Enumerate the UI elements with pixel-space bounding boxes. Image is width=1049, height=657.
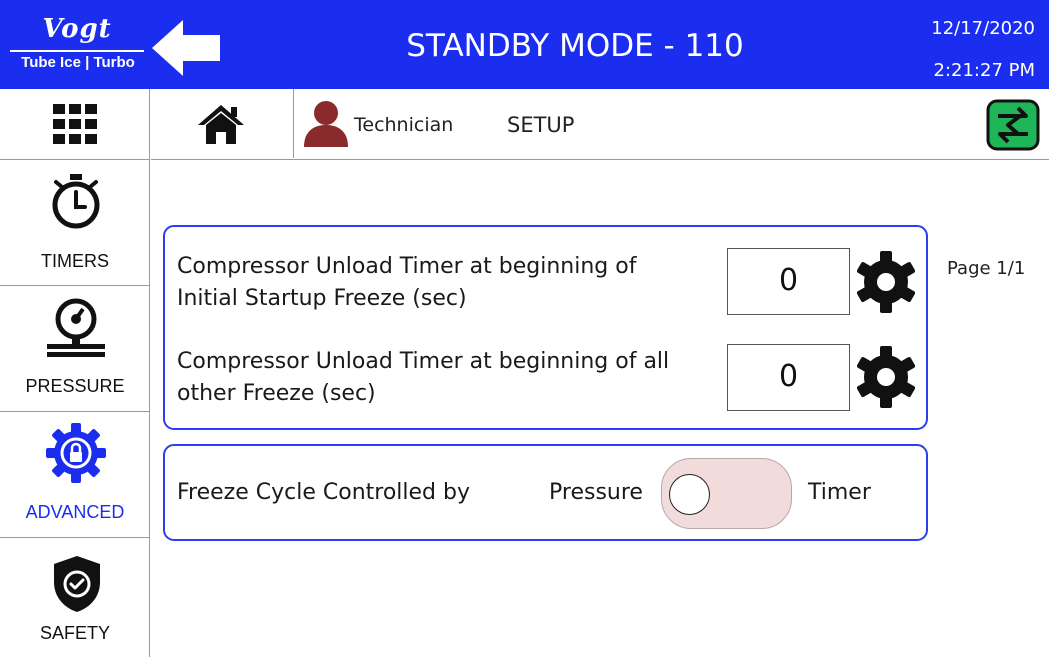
initial-startup-unload-timer-field[interactable]: 0 [727, 248, 850, 315]
logo-subtitle: Tube Ice | Turbo [21, 54, 135, 71]
sidebar-item-label: SAFETY [39, 623, 110, 643]
shield-check-icon [54, 556, 100, 612]
stopwatch-icon [52, 174, 100, 229]
home-button[interactable] [151, 89, 294, 158]
sidebar-item-label: TIMERS [40, 251, 109, 271]
sidebar-menu-button[interactable] [0, 89, 150, 160]
sidebar-item-label: ADVANCED [25, 502, 125, 522]
freeze-control-toggle[interactable] [661, 458, 792, 529]
section-label: SETUP [507, 113, 575, 137]
pressure-option-label: Pressure [549, 480, 643, 505]
sidebar: TIMERS PRESSURE ADVANCED SAFETY [0, 89, 150, 657]
setting-label: Compressor Unload Timer at beginning of … [177, 346, 669, 410]
time-display: 2:21:27 PM [933, 60, 1036, 81]
user-icon [304, 101, 348, 147]
timer-option-label: Timer [808, 480, 871, 505]
freeze-cycle-label: Freeze Cycle Controlled by [177, 480, 470, 505]
gear-icon[interactable] [857, 344, 915, 410]
timer-settings-panel: Compressor Unload Timer at beginning of … [163, 225, 928, 430]
setting-label-line: Compressor Unload Timer at beginning of … [177, 349, 670, 374]
sidebar-item-safety[interactable]: SAFETY [0, 538, 150, 657]
nav-bar: Technician SETUP [151, 89, 1049, 160]
back-arrow-icon[interactable] [150, 18, 222, 78]
vogt-logo: Vogt Tube Ice | Turbo [8, 10, 146, 76]
page-indicator: Page 1/1 [947, 258, 1026, 279]
sidebar-item-label: PRESSURE [25, 376, 125, 396]
logo-divider [10, 50, 144, 52]
setting-label: Compressor Unload Timer at beginning of … [177, 251, 636, 315]
home-icon [198, 105, 244, 144]
gear-icon[interactable] [857, 249, 915, 315]
sidebar-item-advanced[interactable]: ADVANCED [0, 412, 150, 538]
swap-screen-icon[interactable] [986, 99, 1040, 151]
toggle-knob [669, 474, 710, 515]
freeze-cycle-panel: Freeze Cycle Controlled by Pressure Time… [163, 444, 928, 541]
setting-label-line: Initial Startup Freeze (sec) [177, 286, 467, 311]
lock-gear-icon [46, 423, 106, 483]
setting-label-line: Compressor Unload Timer at beginning of [177, 254, 637, 279]
menu-grid-icon [53, 104, 97, 144]
header-bar: Vogt Tube Ice | Turbo STANDBY MODE - 110… [0, 0, 1049, 89]
user-role-label: Technician [354, 114, 454, 136]
all-freeze-unload-timer-field[interactable]: 0 [727, 344, 850, 411]
sidebar-item-timers[interactable]: TIMERS [0, 160, 150, 286]
pressure-gauge-icon [47, 298, 105, 357]
logo-brand: Vogt [42, 14, 112, 44]
setting-label-line: other Freeze (sec) [177, 381, 376, 406]
sidebar-item-pressure[interactable]: PRESSURE [0, 286, 150, 412]
date-display: 12/17/2020 [931, 18, 1035, 39]
page-title: STANDBY MODE - 110 [406, 28, 744, 64]
